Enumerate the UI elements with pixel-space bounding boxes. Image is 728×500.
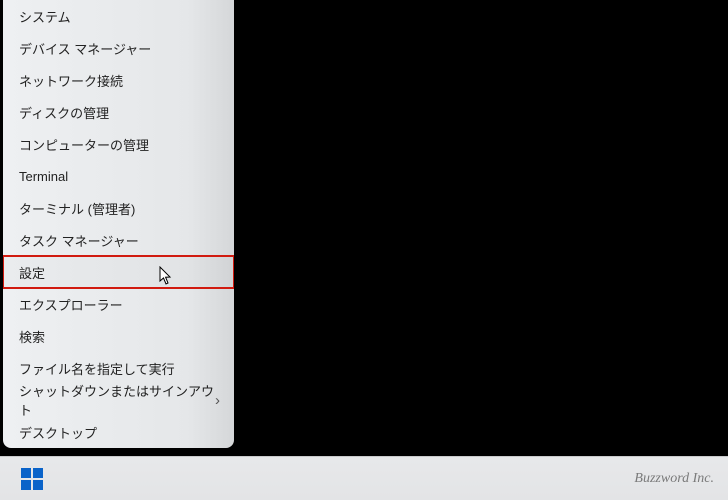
menu-item[interactable]: Terminal (3, 160, 234, 192)
menu-item[interactable]: エクスプローラー (3, 288, 234, 320)
menu-item-label: ディスクの管理 (19, 103, 109, 122)
menu-item-label: タスク マネージャー (19, 231, 139, 250)
menu-item[interactable]: ネットワーク接続 (3, 64, 234, 96)
taskbar: Buzzword Inc. (0, 456, 728, 500)
menu-item[interactable]: デバイス マネージャー (3, 32, 234, 64)
menu-item-label: 検索 (19, 327, 45, 346)
menu-item-label: ターミナル (管理者) (19, 199, 135, 218)
menu-item[interactable]: 検索 (3, 320, 234, 352)
menu-item[interactable]: ファイル名を指定して実行 (3, 352, 234, 384)
desktop-screen: システムデバイス マネージャーネットワーク接続ディスクの管理コンピューターの管理… (0, 0, 728, 500)
winx-context-menu: システムデバイス マネージャーネットワーク接続ディスクの管理コンピューターの管理… (3, 0, 234, 448)
start-button[interactable] (18, 465, 46, 493)
menu-item[interactable]: ディスクの管理 (3, 96, 234, 128)
menu-item-label: コンピューターの管理 (19, 135, 149, 154)
menu-item-label: Terminal (19, 169, 68, 184)
menu-item-label: システム (19, 7, 71, 26)
windows-logo-icon (21, 468, 43, 490)
menu-item-label: 設定 (19, 263, 45, 282)
menu-item[interactable]: システム (3, 0, 234, 32)
menu-item-label: デスクトップ (19, 423, 97, 442)
menu-item-label: ネットワーク接続 (19, 71, 123, 90)
menu-item[interactable]: タスク マネージャー (3, 224, 234, 256)
menu-item[interactable]: シャットダウンまたはサインアウト (3, 384, 234, 416)
menu-item-label: シャットダウンまたはサインアウト (19, 381, 218, 419)
menu-item-label: ファイル名を指定して実行 (19, 359, 175, 378)
brand-label: Buzzword Inc. (634, 471, 714, 487)
menu-item-label: エクスプローラー (19, 295, 123, 314)
menu-item[interactable]: 設定 (3, 256, 234, 288)
menu-item-label: デバイス マネージャー (19, 39, 151, 58)
menu-item[interactable]: ターミナル (管理者) (3, 192, 234, 224)
menu-item[interactable]: デスクトップ (3, 416, 234, 448)
menu-item[interactable]: コンピューターの管理 (3, 128, 234, 160)
